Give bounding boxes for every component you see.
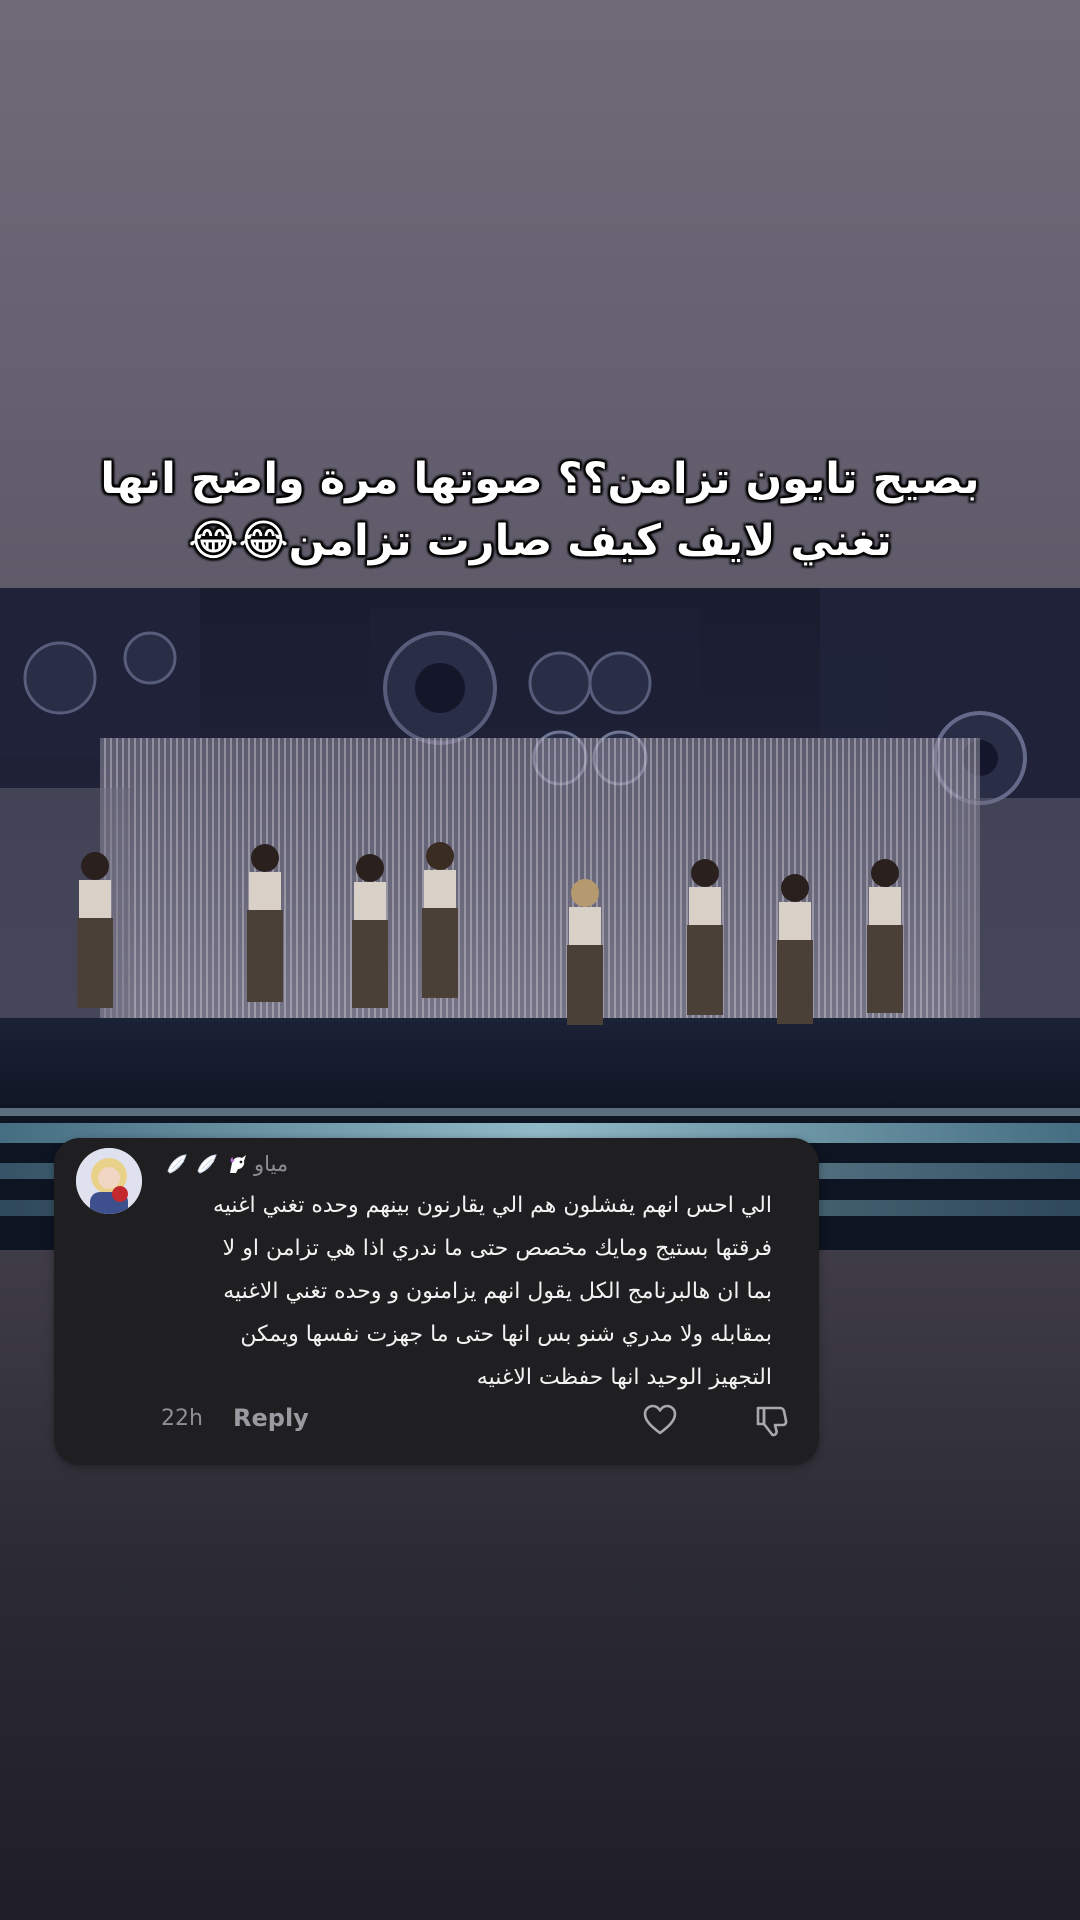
comment-username[interactable]: مياو	[254, 1152, 288, 1176]
wing-icon	[167, 1154, 187, 1174]
comment-line-2: فرقتها بستيج ومايك مخصص حتى ما ندري اذا …	[222, 1236, 772, 1261]
thumbs-down-icon	[756, 1406, 788, 1437]
reply-button[interactable]: Reply	[233, 1404, 309, 1432]
comment-line-1: الي احس انهم يفشلون هم الي يقارنون بينهم…	[212, 1193, 772, 1218]
comment-actions: 22h Reply	[54, 1400, 819, 1440]
caption-line-2: تغني لايف كيف صارت تزامن😂😂	[188, 516, 892, 566]
comment-line-5: التجهيز الوحيد انها حفظت الاغنيه	[476, 1365, 772, 1390]
comment-line-4: بمقابله ولا مدري شنو بس انها حتى ما جهزت…	[240, 1322, 772, 1347]
caption-line-1: بصيح تايون تزامن؟؟ صوتها مرة واضح انها	[100, 454, 980, 504]
avatar[interactable]	[76, 1148, 142, 1214]
username-row: مياو	[164, 1146, 288, 1182]
like-button[interactable]	[640, 1400, 680, 1440]
comment-text: الي احس انهم يفشلون هم الي يقارنون بينهم…	[156, 1184, 772, 1399]
comment-card: مياو الي احس انهم يفشلون هم الي يقارنون …	[54, 1138, 819, 1465]
comment-timestamp: 22h	[161, 1406, 203, 1431]
avatar-image-icon	[76, 1148, 142, 1214]
unicorn-icon	[230, 1155, 246, 1173]
comment-line-3: بما ان هالبرنامج الكل يقول انهم يزامنون …	[223, 1279, 772, 1304]
wing-icon	[197, 1154, 217, 1174]
heart-icon	[643, 1404, 677, 1435]
dislike-button[interactable]	[752, 1400, 792, 1440]
story-caption: بصيح تايون تزامن؟؟ صوتها مرة واضح انها ت…	[90, 448, 990, 572]
